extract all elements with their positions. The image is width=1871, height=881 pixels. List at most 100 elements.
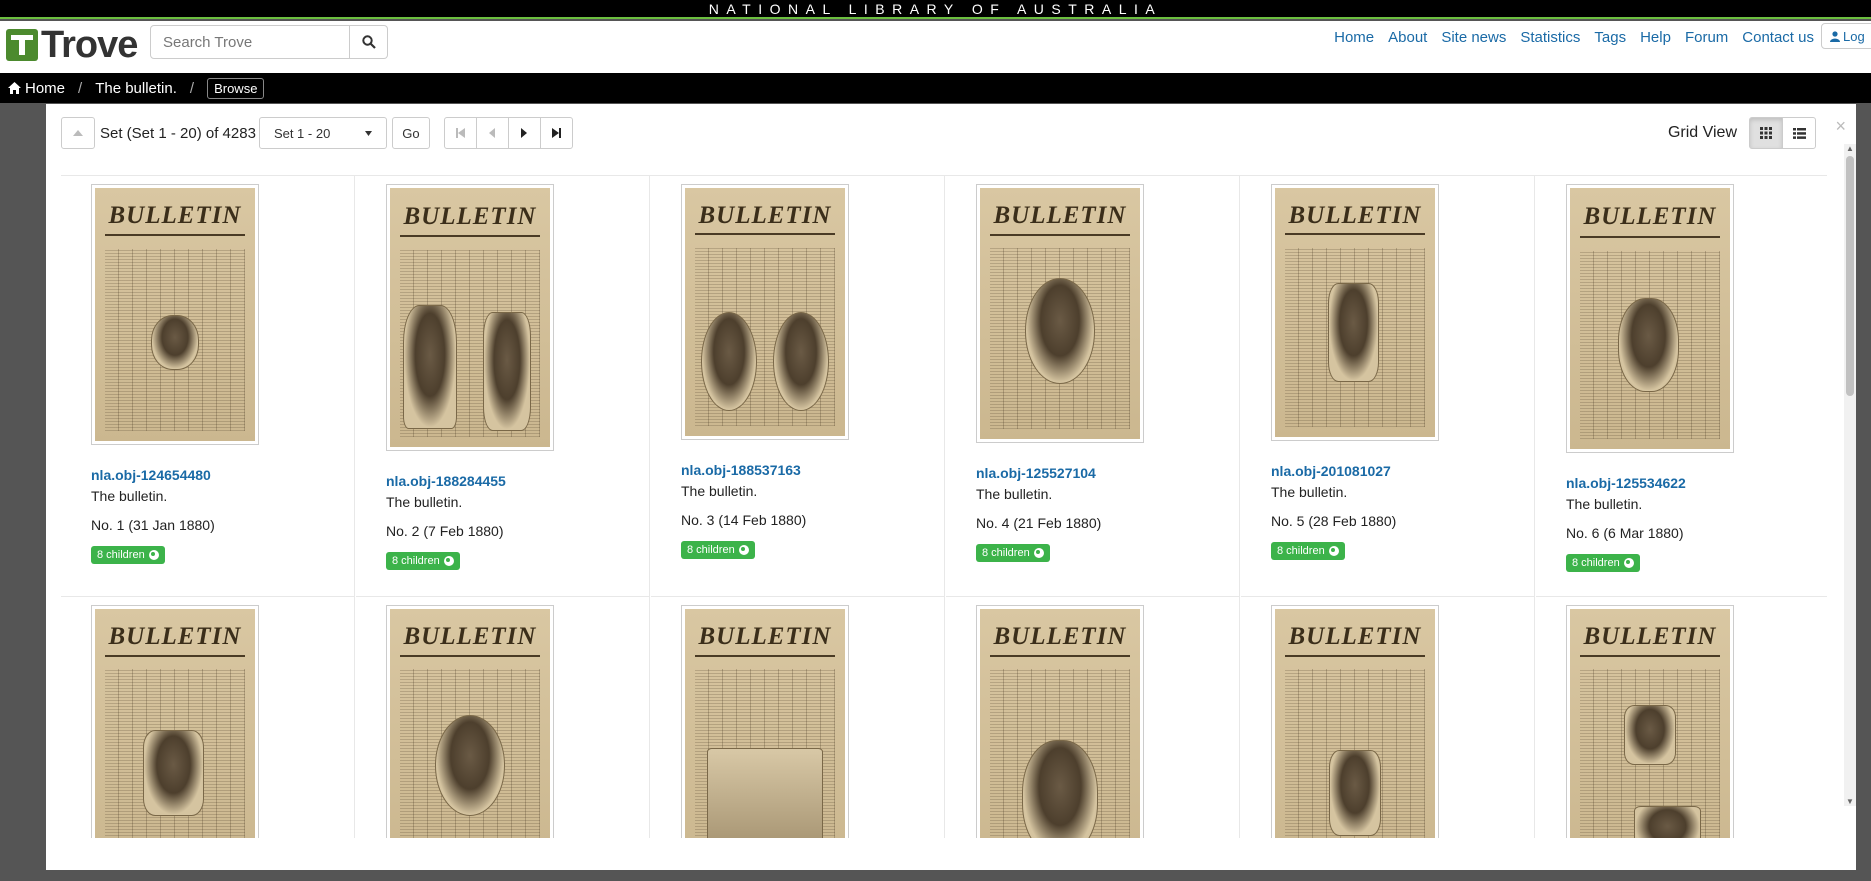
issue-thumbnail[interactable]: BULLETIN [681,184,849,440]
masthead-text: BULLETIN [104,624,246,657]
children-badge[interactable]: 8 children [386,552,460,570]
item-id-link[interactable]: nla.obj-125534622 [1566,475,1686,491]
item-number: No. 2 (7 Feb 1880) [386,523,504,539]
item-number: No. 1 (31 Jan 1880) [91,517,215,533]
grid-item: BULLETIN [61,597,355,838]
last-page-button[interactable] [539,117,573,149]
issue-thumbnail[interactable]: BULLETIN [976,605,1144,838]
issue-thumbnail[interactable]: BULLETIN [976,184,1144,443]
view-controls: Grid View [1668,117,1816,149]
children-label: 8 children [687,544,735,556]
login-button[interactable]: Log [1821,23,1871,49]
children-badge[interactable]: 8 children [681,541,755,559]
triangle-up-icon [73,130,83,136]
masthead-text: BULLETIN [989,624,1131,657]
breadcrumb-home[interactable]: Home [8,80,65,97]
up-button[interactable] [61,117,95,149]
issue-thumbnail[interactable]: BULLETIN [386,184,554,451]
go-button[interactable]: Go [391,117,430,149]
masthead-text: BULLETIN [399,203,541,238]
first-page-button[interactable] [443,117,477,149]
grid-item: BULLETIN nla.obj-124654480 The bulletin.… [61,176,355,597]
item-id-link[interactable]: nla.obj-125527104 [976,465,1096,481]
site-header: Trove Home About Site news Statistics Ta… [0,21,1871,73]
issue-thumbnail[interactable]: BULLETIN [1566,184,1734,453]
item-id-link[interactable]: nla.obj-201081027 [1271,463,1391,479]
breadcrumb-separator: / [189,79,195,97]
masthead-text: BULLETIN [1284,202,1426,236]
nav-site-news[interactable]: Site news [1434,25,1513,51]
search-button[interactable] [350,25,388,59]
item-id-link[interactable]: nla.obj-124654480 [91,467,211,483]
item-number: No. 4 (21 Feb 1880) [976,515,1102,531]
user-icon [1830,30,1840,42]
item-id-link[interactable]: nla.obj-188284455 [386,473,506,489]
list-icon [1792,127,1806,139]
dropdown-arrow-icon [364,130,372,136]
globe-icon [1033,548,1044,558]
breadcrumb-separator: / [78,79,83,97]
item-title: The bulletin. [1271,484,1348,500]
item-number: No. 3 (14 Feb 1880) [681,512,807,528]
nav-tags[interactable]: Tags [1587,25,1633,51]
scrollbar-thumb[interactable] [1846,156,1854,396]
breadcrumb-item[interactable]: The bulletin. [95,80,177,97]
close-icon[interactable]: × [1835,116,1846,137]
masthead-text: BULLETIN [104,203,246,237]
scroll-down-icon[interactable]: ▼ [1846,797,1854,806]
issue-thumbnail[interactable]: BULLETIN [91,184,259,445]
item-number: No. 6 (6 Mar 1880) [1566,525,1684,541]
grid-item: BULLETIN nla.obj-201081027 The bulletin.… [1241,176,1535,597]
item-title: The bulletin. [1566,496,1643,512]
scroll-up-icon[interactable]: ▲ [1846,144,1854,153]
prev-page-button[interactable] [475,117,509,149]
item-number: No. 5 (28 Feb 1880) [1271,513,1397,529]
grid-item: BULLETIN nla.obj-125527104 The bulletin.… [946,176,1240,597]
globe-icon [738,545,749,555]
children-badge[interactable]: 8 children [976,544,1050,562]
last-page-icon [551,128,561,138]
item-title: The bulletin. [681,483,758,499]
breadcrumb: Home / The bulletin. / Browse [0,73,1871,103]
nav-home[interactable]: Home [1327,25,1381,51]
breadcrumb-current: Browse [207,77,265,99]
masthead-text: BULLETIN [694,202,836,236]
children-badge[interactable]: 8 children [1566,554,1640,572]
list-view-button[interactable] [1782,117,1816,149]
next-page-button[interactable] [507,117,541,149]
issue-thumbnail[interactable]: BULLETIN [681,605,849,838]
browse-grid: BULLETIN nla.obj-124654480 The bulletin.… [61,175,1827,838]
item-title: The bulletin. [91,488,168,504]
nav-contact-us[interactable]: Contact us [1735,25,1821,51]
children-label: 8 children [1572,557,1620,569]
masthead-text: BULLETIN [1579,624,1721,657]
grid-scrollbar[interactable]: ▲ ▼ [1844,144,1856,806]
children-badge[interactable]: 8 children [91,546,165,564]
children-label: 8 children [97,549,145,561]
children-label: 8 children [982,547,1030,559]
issue-thumbnail[interactable]: BULLETIN [91,605,259,838]
browse-toolbar: Set (Set 1 - 20) of 4283 Set 1 - 20 Go [61,117,573,149]
nav-forum[interactable]: Forum [1678,25,1735,51]
nav-about[interactable]: About [1381,25,1434,51]
search-input[interactable] [150,25,350,59]
grid-item: BULLETIN [1536,597,1827,838]
set-select[interactable]: Set 1 - 20 [258,117,387,149]
children-badge[interactable]: 8 children [1271,542,1345,560]
issue-thumbnail[interactable]: BULLETIN [1566,605,1734,838]
issue-thumbnail[interactable]: BULLETIN [1271,605,1439,838]
issue-thumbnail[interactable]: BULLETIN [386,605,554,838]
grid-item: BULLETIN [946,597,1240,838]
next-page-icon [521,128,528,138]
nav-statistics[interactable]: Statistics [1513,25,1587,51]
grid-item: BULLETIN [1241,597,1535,838]
item-id-link[interactable]: nla.obj-188537163 [681,462,801,478]
nav-help[interactable]: Help [1633,25,1678,51]
set-summary: Set (Set 1 - 20) of 4283 [100,124,256,142]
issue-thumbnail[interactable]: BULLETIN [1271,184,1439,441]
trove-logo[interactable]: Trove [6,26,138,64]
grid-item: BULLETIN [651,597,945,838]
grid-item: BULLETIN nla.obj-188537163 The bulletin.… [651,176,945,597]
grid-view-button[interactable] [1749,117,1783,149]
home-icon [8,82,21,94]
